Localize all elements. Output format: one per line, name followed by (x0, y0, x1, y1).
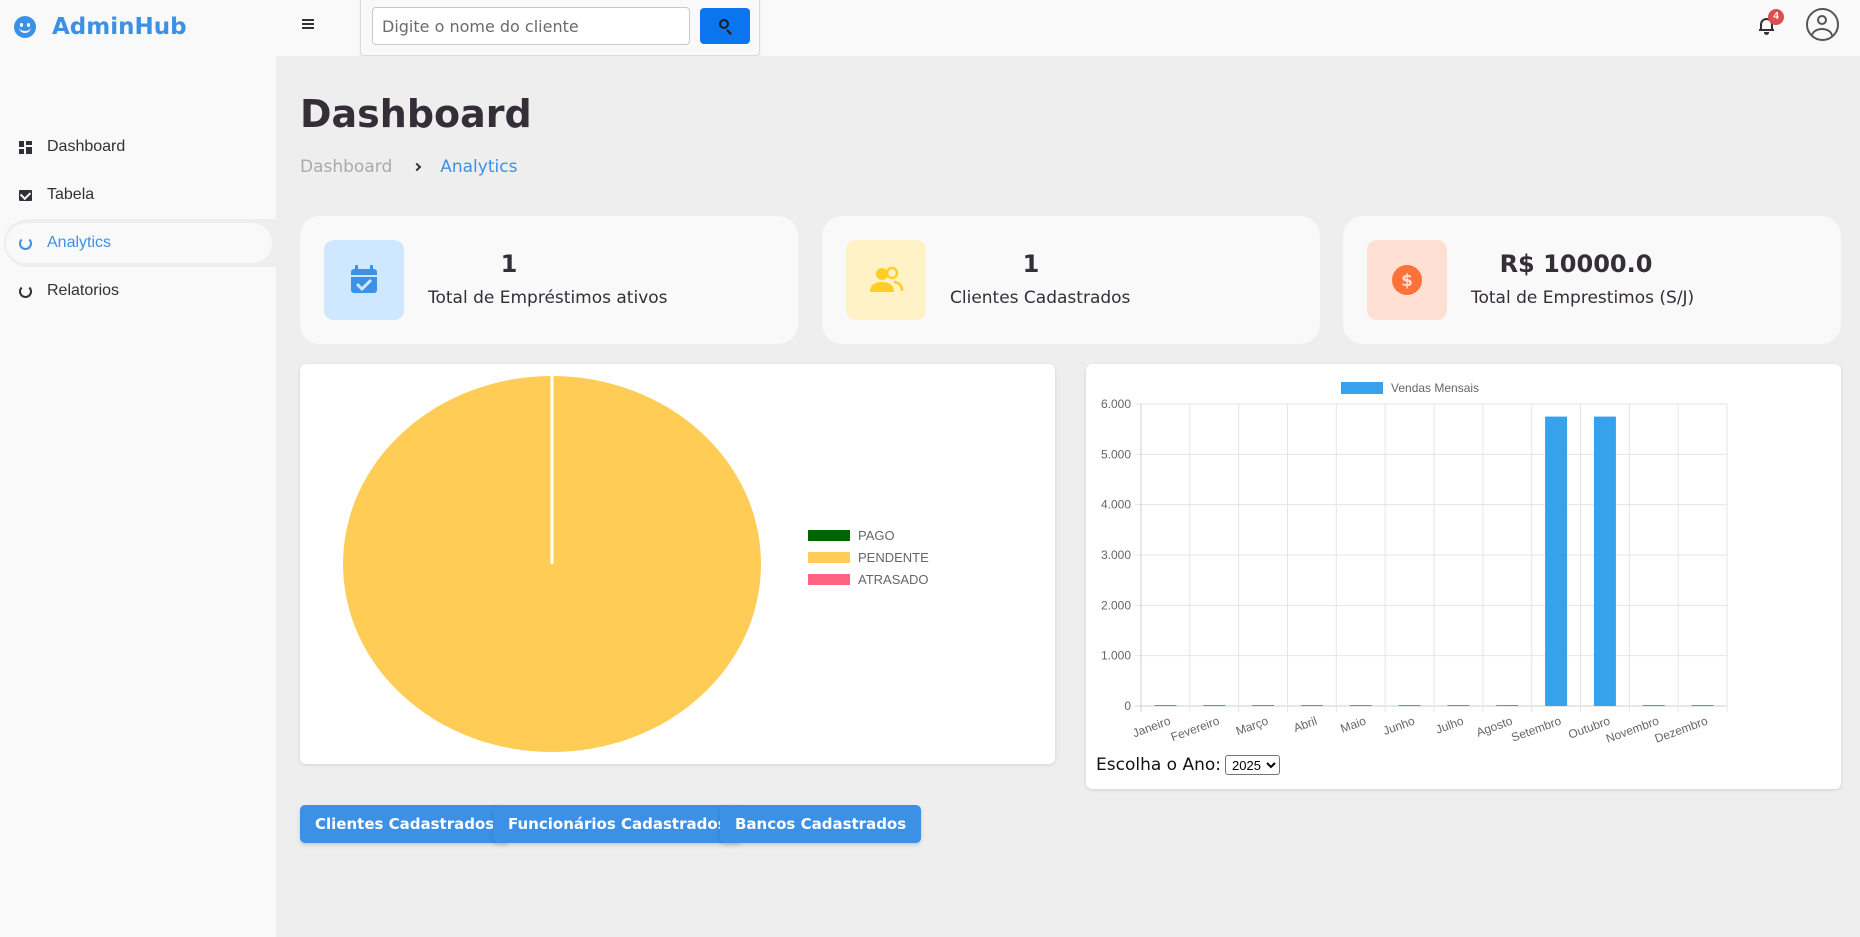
y-tick-label: 6.000 (1101, 397, 1131, 411)
search-icon (719, 19, 729, 29)
y-tick-label: 5.000 (1101, 447, 1131, 461)
y-tick-label: 4.000 (1101, 498, 1131, 512)
sidebar-item-relatorios[interactable]: Relatorios (0, 267, 276, 315)
dashboard-icon (19, 140, 32, 154)
x-tick-label: Janeiro (1131, 714, 1173, 741)
bar (1349, 705, 1372, 706)
legend-swatch (808, 530, 850, 541)
sidebar-item-label: Tabela (47, 186, 95, 203)
sidebar: AdminHub Dashboard Tabela Analytics Rela… (0, 0, 276, 937)
stat-card-total: $ R$ 10000.0 Total de Emprestimos (S/J) (1343, 216, 1841, 344)
bar (1691, 705, 1714, 706)
legend-swatch (1341, 382, 1383, 394)
stat-card-clientes: 1 Clientes Cadastrados (822, 216, 1320, 344)
bar (1447, 705, 1470, 706)
card-label: Total de Empréstimos ativos (428, 288, 668, 308)
card-value: 1 (500, 250, 518, 278)
legend-swatch (808, 574, 850, 585)
card-label: Clientes Cadastrados (950, 288, 1131, 308)
sidebar-item-tabela[interactable]: Tabela (0, 171, 276, 219)
mail-icon (19, 189, 32, 201)
x-tick-label: Setembro (1509, 714, 1563, 745)
x-tick-label: Março (1234, 714, 1270, 739)
sidebar-item-label: Dashboard (47, 138, 126, 155)
notification-badge: 4 (1768, 9, 1784, 25)
hamburger-menu-icon[interactable] (302, 18, 314, 29)
bar (1252, 705, 1275, 706)
brand-name: AdminHub (52, 14, 187, 40)
bar (1642, 705, 1665, 706)
year-label: Escolha o Ano: (1096, 755, 1222, 775)
card-value: R$ 10000.0 (1499, 250, 1653, 278)
x-tick-label: Junho (1381, 714, 1417, 738)
pie-chart-panel: PAGO PENDENTE ATRASADO (300, 364, 1055, 764)
x-tick-label: Novembro (1604, 714, 1661, 746)
smile-icon (14, 16, 36, 38)
x-tick-label: Agosto (1474, 714, 1514, 740)
search-form (360, 0, 760, 56)
breadcrumb-analytics[interactable]: Analytics (440, 157, 517, 177)
legend-label: PAGO (858, 528, 895, 543)
y-tick-label: 2.000 (1101, 598, 1131, 612)
brand-logo[interactable]: AdminHub (14, 12, 187, 42)
sidebar-item-analytics[interactable]: Analytics (4, 219, 276, 267)
bar-chart-panel: Vendas Mensais 0 1.000 2.000 3.000 4.000 5.000… (1086, 364, 1841, 789)
legend-swatch (808, 552, 850, 563)
pie-chart: PAGO PENDENTE ATRASADO (343, 376, 929, 752)
sidebar-item-label: Relatorios (47, 282, 120, 299)
bar (1593, 416, 1616, 706)
card-value: 1 (1022, 250, 1040, 278)
bar (1203, 705, 1226, 706)
bar-chart: Vendas Mensais 0 1.000 2.000 3.000 4.000 5.000… (1101, 381, 1728, 746)
y-tick-label: 1.000 (1101, 649, 1131, 663)
stat-card-emprestimos: 1 Total de Empréstimos ativos (300, 216, 798, 344)
clientes-cadastrados-button[interactable]: Clientes Cadastrados (300, 805, 510, 843)
bar (1300, 705, 1323, 706)
breadcrumb: Dashboard Analytics (300, 157, 517, 177)
sidebar-item-dashboard[interactable]: Dashboard (0, 123, 276, 171)
y-tick-label: 3.000 (1101, 548, 1131, 562)
page-title: Dashboard (300, 92, 532, 136)
bancos-cadastrados-button[interactable]: Bancos Cadastrados (720, 805, 922, 843)
x-tick-label: Dezembro (1653, 714, 1710, 746)
side-menu: Dashboard Tabela Analytics Relatorios (0, 123, 276, 315)
x-tick-label: Julho (1434, 714, 1466, 737)
bar (1398, 705, 1421, 706)
legend-label: PENDENTE (858, 550, 929, 565)
user-avatar-icon[interactable] (1806, 8, 1839, 41)
card-label: Total de Emprestimos (S/J) (1471, 288, 1695, 308)
analytics-ring-icon (19, 236, 32, 250)
sidebar-item-label: Analytics (47, 234, 112, 251)
bar (1496, 705, 1519, 706)
legend-label: ATRASADO (858, 572, 929, 587)
funcionarios-cadastrados-button[interactable]: Funcionários Cadastrados (493, 805, 742, 843)
x-tick-label: Abril (1292, 714, 1319, 735)
bar (1154, 705, 1177, 706)
search-input[interactable] (372, 7, 690, 45)
chevron-right-icon (412, 162, 422, 172)
year-picker: Escolha o Ano: 2025 (1096, 755, 1281, 775)
legend-label: Vendas Mensais (1391, 381, 1479, 395)
report-ring-icon (19, 284, 32, 298)
x-tick-label: Maio (1339, 714, 1369, 736)
active-pill (6, 223, 272, 263)
year-select[interactable]: 2025 (1225, 755, 1281, 775)
x-tick-label: Fevereiro (1169, 714, 1222, 745)
y-tick-label: 0 (1124, 699, 1131, 713)
bar (1545, 416, 1568, 706)
breadcrumb-dashboard[interactable]: Dashboard (300, 157, 392, 177)
search-button[interactable] (700, 8, 750, 44)
